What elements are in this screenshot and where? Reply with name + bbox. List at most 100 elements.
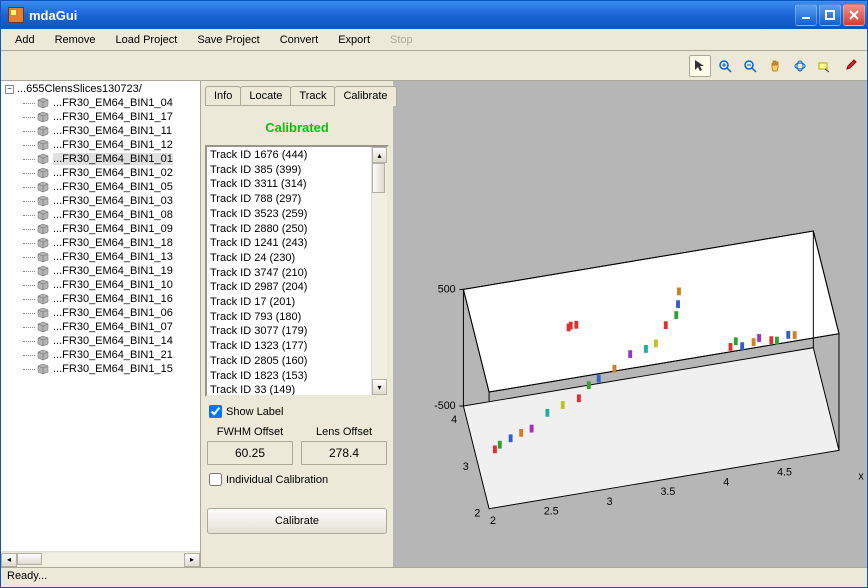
menu-remove[interactable]: Remove [45,31,106,49]
calibration-status: Calibrated [205,120,389,135]
pointer-tool[interactable] [689,55,711,77]
tab-locate[interactable]: Locate [240,86,291,105]
scroll-thumb[interactable] [372,163,385,193]
show-label-text: Show Label [226,406,284,418]
tree-hscrollbar[interactable]: ◂ ▸ [1,551,200,567]
tree-item[interactable]: ...FR30_EM64_BIN1_01 [1,152,200,166]
list-item[interactable]: Track ID 3747 (210) [210,266,368,281]
scroll-left-icon[interactable]: ◂ [1,553,17,567]
calibrate-panel: Info Locate Track Calibrate Calibrated T… [201,81,393,567]
tab-track[interactable]: Track [290,86,335,105]
rotate-tool[interactable] [789,55,811,77]
zoom-in-tool[interactable] [714,55,736,77]
file-tree[interactable]: − ...655ClensSlices130723/ ...FR30_EM64_… [1,81,201,567]
tree-item[interactable]: ...FR30_EM64_BIN1_16 [1,292,200,306]
list-item[interactable]: Track ID 2987 (204) [210,280,368,295]
maximize-button[interactable] [819,4,841,26]
plot-3d[interactable]: -50050023422.533.544.5x 104 [393,81,867,567]
svg-text:500: 500 [438,283,456,295]
collapse-icon[interactable]: − [5,85,14,94]
tree-item[interactable]: ...FR30_EM64_BIN1_09 [1,222,200,236]
svg-text:3.5: 3.5 [660,486,675,498]
svg-text:3: 3 [607,496,613,508]
tree-item[interactable]: ...FR30_EM64_BIN1_02 [1,166,200,180]
svg-text:2.5: 2.5 [544,506,559,518]
fwhm-value: 60.25 [207,441,293,465]
list-item[interactable]: Track ID 3077 (179) [210,324,368,339]
menu-load[interactable]: Load Project [106,31,188,49]
tree-item[interactable]: ...FR30_EM64_BIN1_04 [1,96,200,110]
tree-item[interactable]: ...FR30_EM64_BIN1_06 [1,306,200,320]
show-label-checkbox[interactable] [209,405,222,418]
svg-text:4: 4 [451,414,457,426]
lens-value: 278.4 [301,441,387,465]
menu-stop: Stop [380,31,423,49]
svg-text:4.5: 4.5 [777,467,792,479]
minimize-button[interactable] [795,4,817,26]
list-item[interactable]: Track ID 1676 (444) [210,148,368,163]
svg-text:2: 2 [490,515,496,527]
svg-text:2: 2 [474,507,480,519]
fwhm-label: FWHM Offset [207,426,293,438]
scroll-thumb[interactable] [17,553,42,565]
tab-info[interactable]: Info [205,86,241,105]
tree-item[interactable]: ...FR30_EM64_BIN1_15 [1,362,200,376]
tree-item[interactable]: ...FR30_EM64_BIN1_13 [1,250,200,264]
tree-item[interactable]: ...FR30_EM64_BIN1_03 [1,194,200,208]
data-cursor-tool[interactable] [814,55,836,77]
tree-item[interactable]: ...FR30_EM64_BIN1_18 [1,236,200,250]
menubar: Add Remove Load Project Save Project Con… [1,29,867,51]
tree-item[interactable]: ...FR30_EM64_BIN1_14 [1,334,200,348]
list-item[interactable]: Track ID 24 (230) [210,251,368,266]
svg-text:x 104: x 104 [858,468,867,483]
app-icon [8,7,24,23]
close-button[interactable] [843,4,865,26]
menu-convert[interactable]: Convert [270,31,329,49]
list-item[interactable]: Track ID 2805 (160) [210,354,368,369]
list-item[interactable]: Track ID 17 (201) [210,295,368,310]
tree-item[interactable]: ...FR30_EM64_BIN1_21 [1,348,200,362]
list-item[interactable]: Track ID 33 (149) [210,383,368,397]
svg-text:-500: -500 [434,400,455,412]
tree-item[interactable]: ...FR30_EM64_BIN1_11 [1,124,200,138]
tree-item[interactable]: ...FR30_EM64_BIN1_07 [1,320,200,334]
tree-item[interactable]: ...FR30_EM64_BIN1_19 [1,264,200,278]
window-title: mdaGui [29,8,795,23]
tabs: Info Locate Track Calibrate [205,83,389,105]
track-listbox[interactable]: Track ID 1676 (444)Track ID 385 (399)Tra… [205,145,389,397]
lens-label: Lens Offset [301,426,387,438]
titlebar: mdaGui [1,1,867,29]
menu-export[interactable]: Export [328,31,380,49]
menu-save[interactable]: Save Project [187,31,269,49]
tree-item[interactable]: ...FR30_EM64_BIN1_08 [1,208,200,222]
calibrate-button[interactable]: Calibrate [207,508,387,534]
scroll-down-icon[interactable]: ▾ [372,379,387,395]
list-item[interactable]: Track ID 788 (297) [210,192,368,207]
zoom-out-tool[interactable] [739,55,761,77]
list-item[interactable]: Track ID 2880 (250) [210,222,368,237]
tree-root[interactable]: − ...655ClensSlices130723/ [1,82,200,96]
list-item[interactable]: Track ID 385 (399) [210,163,368,178]
tab-calibrate[interactable]: Calibrate [334,86,396,106]
individual-calibration-text: Individual Calibration [226,474,328,486]
list-item[interactable]: Track ID 3523 (259) [210,207,368,222]
list-item[interactable]: Track ID 1241 (243) [210,236,368,251]
list-item[interactable]: Track ID 1823 (153) [210,369,368,384]
status-bar: Ready... [1,567,867,587]
scroll-up-icon[interactable]: ▴ [372,147,387,163]
individual-calibration-checkbox[interactable] [209,473,222,486]
tree-item[interactable]: ...FR30_EM64_BIN1_10 [1,278,200,292]
list-item[interactable]: Track ID 793 (180) [210,310,368,325]
tree-item[interactable]: ...FR30_EM64_BIN1_17 [1,110,200,124]
listbox-scrollbar[interactable]: ▴ ▾ [371,147,387,395]
list-item[interactable]: Track ID 3311 (314) [210,177,368,192]
tree-item[interactable]: ...FR30_EM64_BIN1_05 [1,180,200,194]
brush-tool[interactable] [839,55,861,77]
svg-text:3: 3 [463,461,469,473]
pan-tool[interactable] [764,55,786,77]
toolbar [1,51,867,81]
menu-add[interactable]: Add [5,31,45,49]
list-item[interactable]: Track ID 1323 (177) [210,339,368,354]
scroll-right-icon[interactable]: ▸ [184,553,200,567]
tree-item[interactable]: ...FR30_EM64_BIN1_12 [1,138,200,152]
